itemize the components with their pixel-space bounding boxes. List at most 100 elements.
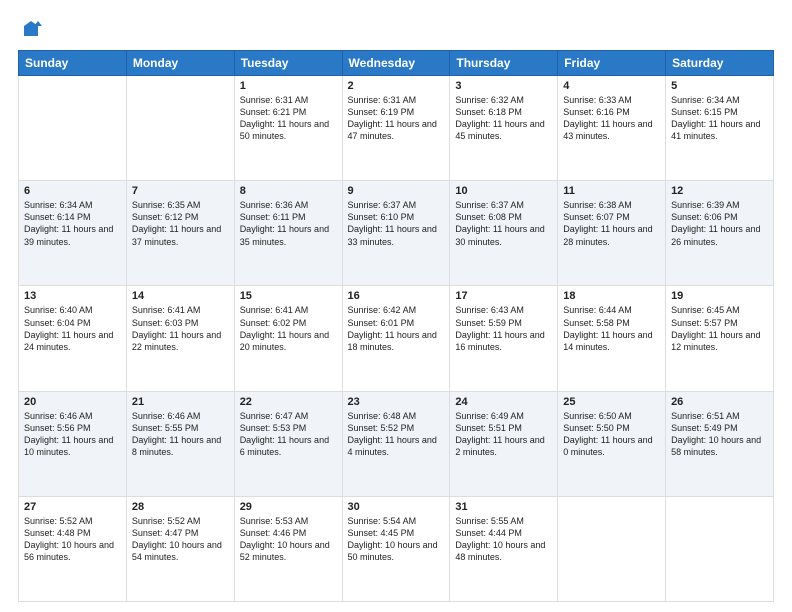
weekday-header-thursday: Thursday bbox=[450, 51, 558, 76]
cell-info: Sunrise: 6:35 AM Sunset: 6:12 PM Dayligh… bbox=[132, 199, 229, 248]
cell-info: Sunrise: 5:52 AM Sunset: 4:48 PM Dayligh… bbox=[24, 515, 121, 564]
calendar-cell: 30 Sunrise: 5:54 AM Sunset: 4:45 PM Dayli… bbox=[342, 496, 450, 601]
weekday-header-tuesday: Tuesday bbox=[234, 51, 342, 76]
calendar-cell: 29 Sunrise: 5:53 AM Sunset: 4:46 PM Dayli… bbox=[234, 496, 342, 601]
weekday-header-wednesday: Wednesday bbox=[342, 51, 450, 76]
weekday-header-saturday: Saturday bbox=[666, 51, 774, 76]
day-number: 17 bbox=[455, 290, 552, 302]
day-number: 15 bbox=[240, 290, 337, 302]
day-number: 21 bbox=[132, 396, 229, 408]
day-number: 3 bbox=[455, 80, 552, 92]
day-number: 1 bbox=[240, 80, 337, 92]
week-row-1: 1 Sunrise: 6:31 AM Sunset: 6:21 PM Daylig… bbox=[19, 76, 774, 181]
cell-info: Sunrise: 5:53 AM Sunset: 4:46 PM Dayligh… bbox=[240, 515, 337, 564]
cell-info: Sunrise: 5:55 AM Sunset: 4:44 PM Dayligh… bbox=[455, 515, 552, 564]
day-number: 19 bbox=[671, 290, 768, 302]
calendar-cell: 25Sunrise: 6:50 AM Sunset: 5:50 PM Dayli… bbox=[558, 391, 666, 496]
day-number: 26 bbox=[671, 396, 768, 408]
calendar-cell: 26 Sunrise: 6:51 AM Sunset: 5:49 PM Dayli… bbox=[666, 391, 774, 496]
calendar-cell: 14Sunrise: 6:41 AM Sunset: 6:03 PM Dayli… bbox=[126, 286, 234, 391]
calendar-cell: 20 Sunrise: 6:46 AM Sunset: 5:56 PM Dayli… bbox=[19, 391, 127, 496]
cell-info: Sunrise: 6:41 AM Sunset: 6:02 PM Dayligh… bbox=[240, 304, 337, 353]
day-number: 13 bbox=[24, 290, 121, 302]
day-number: 28 bbox=[132, 501, 229, 513]
cell-info: Sunrise: 6:33 AM Sunset: 6:16 PM Dayligh… bbox=[563, 94, 660, 143]
cell-info: Sunrise: 6:31 AM Sunset: 6:19 PM Dayligh… bbox=[348, 94, 445, 143]
cell-info: Sunrise: 6:47 AM Sunset: 5:53 PM Dayligh… bbox=[240, 410, 337, 459]
weekday-header-friday: Friday bbox=[558, 51, 666, 76]
cell-info: Sunrise: 6:51 AM Sunset: 5:49 PM Dayligh… bbox=[671, 410, 768, 459]
cell-info: Sunrise: 6:34 AM Sunset: 6:14 PM Dayligh… bbox=[24, 199, 121, 248]
day-number: 10 bbox=[455, 185, 552, 197]
cell-info: Sunrise: 6:44 AM Sunset: 5:58 PM Dayligh… bbox=[563, 304, 660, 353]
calendar-cell: 6Sunrise: 6:34 AM Sunset: 6:14 PM Daylig… bbox=[19, 181, 127, 286]
calendar-cell: 17Sunrise: 6:43 AM Sunset: 5:59 PM Dayli… bbox=[450, 286, 558, 391]
day-number: 31 bbox=[455, 501, 552, 513]
day-number: 20 bbox=[24, 396, 121, 408]
day-number: 18 bbox=[563, 290, 660, 302]
day-number: 16 bbox=[348, 290, 445, 302]
calendar-cell: 7 Sunrise: 6:35 AM Sunset: 6:12 PM Daylig… bbox=[126, 181, 234, 286]
calendar-cell: 21 Sunrise: 6:46 AM Sunset: 5:55 PM Dayli… bbox=[126, 391, 234, 496]
calendar-cell: 13 Sunrise: 6:40 AM Sunset: 6:04 PM Dayli… bbox=[19, 286, 127, 391]
day-number: 9 bbox=[348, 185, 445, 197]
day-number: 24 bbox=[455, 396, 552, 408]
day-number: 25 bbox=[563, 396, 660, 408]
cell-info: Sunrise: 6:49 AM Sunset: 5:51 PM Dayligh… bbox=[455, 410, 552, 459]
calendar-cell: 18 Sunrise: 6:44 AM Sunset: 5:58 PM Dayli… bbox=[558, 286, 666, 391]
cell-info: Sunrise: 6:45 AM Sunset: 5:57 PM Dayligh… bbox=[671, 304, 768, 353]
calendar-cell: 27 Sunrise: 5:52 AM Sunset: 4:48 PM Dayli… bbox=[19, 496, 127, 601]
cell-info: Sunrise: 6:40 AM Sunset: 6:04 PM Dayligh… bbox=[24, 304, 121, 353]
calendar-cell: 10Sunrise: 6:37 AM Sunset: 6:08 PM Dayli… bbox=[450, 181, 558, 286]
calendar-cell: 23 Sunrise: 6:48 AM Sunset: 5:52 PM Dayli… bbox=[342, 391, 450, 496]
day-number: 5 bbox=[671, 80, 768, 92]
cell-info: Sunrise: 6:36 AM Sunset: 6:11 PM Dayligh… bbox=[240, 199, 337, 248]
cell-info: Sunrise: 6:38 AM Sunset: 6:07 PM Dayligh… bbox=[563, 199, 660, 248]
weekday-header-monday: Monday bbox=[126, 51, 234, 76]
cell-info: Sunrise: 6:37 AM Sunset: 6:10 PM Dayligh… bbox=[348, 199, 445, 248]
day-number: 11 bbox=[563, 185, 660, 197]
cell-info: Sunrise: 6:31 AM Sunset: 6:21 PM Dayligh… bbox=[240, 94, 337, 143]
calendar-cell: 19 Sunrise: 6:45 AM Sunset: 5:57 PM Dayli… bbox=[666, 286, 774, 391]
cell-info: Sunrise: 6:46 AM Sunset: 5:55 PM Dayligh… bbox=[132, 410, 229, 459]
calendar-cell: 22 Sunrise: 6:47 AM Sunset: 5:53 PM Dayli… bbox=[234, 391, 342, 496]
day-number: 2 bbox=[348, 80, 445, 92]
header bbox=[18, 18, 774, 40]
calendar-cell: 16 Sunrise: 6:42 AM Sunset: 6:01 PM Dayli… bbox=[342, 286, 450, 391]
weekday-header-row: SundayMondayTuesdayWednesdayThursdayFrid… bbox=[19, 51, 774, 76]
page: SundayMondayTuesdayWednesdayThursdayFrid… bbox=[0, 0, 792, 612]
calendar-cell: 2 Sunrise: 6:31 AM Sunset: 6:19 PM Daylig… bbox=[342, 76, 450, 181]
day-number: 22 bbox=[240, 396, 337, 408]
day-number: 27 bbox=[24, 501, 121, 513]
calendar-cell: 8 Sunrise: 6:36 AM Sunset: 6:11 PM Daylig… bbox=[234, 181, 342, 286]
calendar-cell bbox=[558, 496, 666, 601]
logo bbox=[18, 18, 42, 40]
day-number: 4 bbox=[563, 80, 660, 92]
calendar-cell: 11 Sunrise: 6:38 AM Sunset: 6:07 PM Dayli… bbox=[558, 181, 666, 286]
week-row-5: 27 Sunrise: 5:52 AM Sunset: 4:48 PM Dayli… bbox=[19, 496, 774, 601]
cell-info: Sunrise: 6:46 AM Sunset: 5:56 PM Dayligh… bbox=[24, 410, 121, 459]
calendar-cell: 5 Sunrise: 6:34 AM Sunset: 6:15 PM Daylig… bbox=[666, 76, 774, 181]
logo-icon bbox=[20, 18, 42, 40]
calendar-cell: 12 Sunrise: 6:39 AM Sunset: 6:06 PM Dayli… bbox=[666, 181, 774, 286]
calendar-cell bbox=[666, 496, 774, 601]
day-number: 14 bbox=[132, 290, 229, 302]
day-number: 23 bbox=[348, 396, 445, 408]
cell-info: Sunrise: 6:34 AM Sunset: 6:15 PM Dayligh… bbox=[671, 94, 768, 143]
calendar-cell: 15 Sunrise: 6:41 AM Sunset: 6:02 PM Dayli… bbox=[234, 286, 342, 391]
cell-info: Sunrise: 6:42 AM Sunset: 6:01 PM Dayligh… bbox=[348, 304, 445, 353]
calendar-cell: 1 Sunrise: 6:31 AM Sunset: 6:21 PM Daylig… bbox=[234, 76, 342, 181]
cell-info: Sunrise: 5:54 AM Sunset: 4:45 PM Dayligh… bbox=[348, 515, 445, 564]
calendar-cell bbox=[19, 76, 127, 181]
day-number: 29 bbox=[240, 501, 337, 513]
day-number: 7 bbox=[132, 185, 229, 197]
calendar-table: SundayMondayTuesdayWednesdayThursdayFrid… bbox=[18, 50, 774, 602]
calendar-cell: 3Sunrise: 6:32 AM Sunset: 6:18 PM Daylig… bbox=[450, 76, 558, 181]
day-number: 12 bbox=[671, 185, 768, 197]
day-number: 30 bbox=[348, 501, 445, 513]
cell-info: Sunrise: 6:48 AM Sunset: 5:52 PM Dayligh… bbox=[348, 410, 445, 459]
cell-info: Sunrise: 6:39 AM Sunset: 6:06 PM Dayligh… bbox=[671, 199, 768, 248]
day-number: 8 bbox=[240, 185, 337, 197]
calendar-cell: 4 Sunrise: 6:33 AM Sunset: 6:16 PM Daylig… bbox=[558, 76, 666, 181]
calendar-cell: 24 Sunrise: 6:49 AM Sunset: 5:51 PM Dayli… bbox=[450, 391, 558, 496]
